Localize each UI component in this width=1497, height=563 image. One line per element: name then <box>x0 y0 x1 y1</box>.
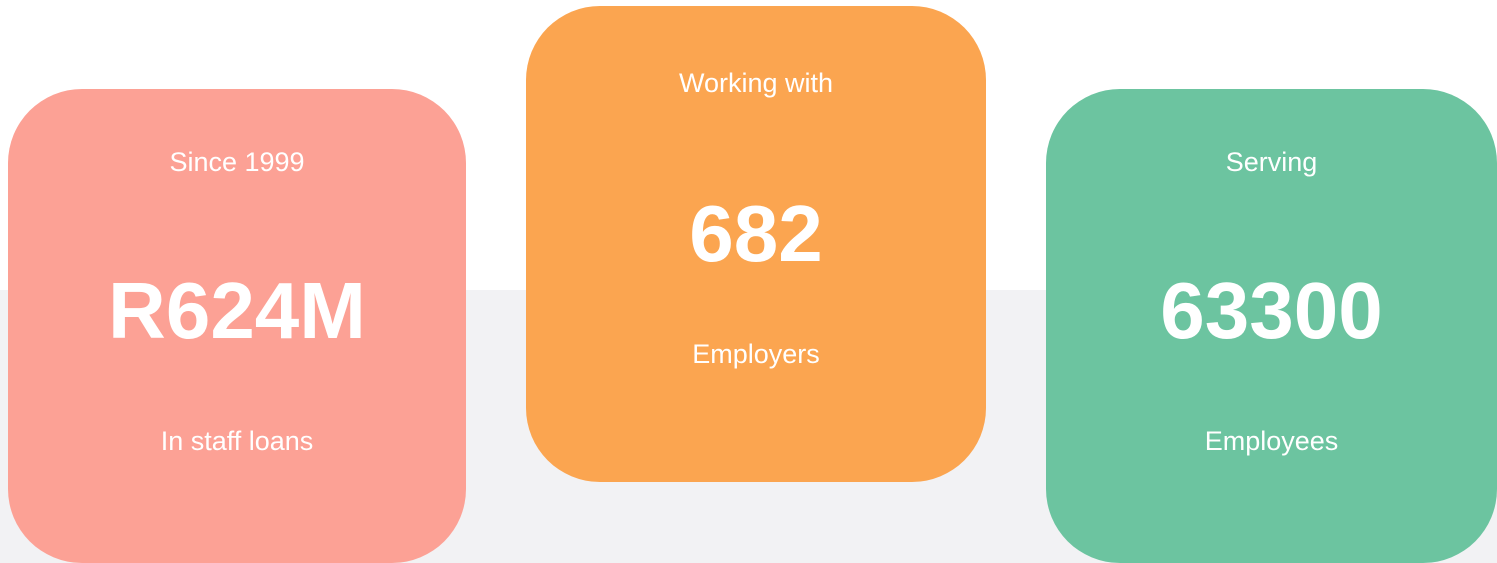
stat-card-value: R624M <box>108 266 366 355</box>
stat-card-label: Serving <box>1225 147 1318 177</box>
stat-card-caption: Employees <box>1204 426 1339 456</box>
stat-card-label: Since 1999 <box>169 147 305 177</box>
stat-card-value: 63300 <box>1160 266 1383 355</box>
stat-card-caption: In staff loans <box>160 426 314 456</box>
stat-card-employees: Serving 63300 Employees <box>1046 89 1497 563</box>
stat-card-employers: Working with 682 Employers <box>526 6 986 482</box>
stat-card-caption: Employers <box>692 339 820 369</box>
stat-card-value: 682 <box>689 189 823 278</box>
stat-card-loans: Since 1999 R624M In staff loans <box>8 89 466 563</box>
stat-card-label: Working with <box>678 68 834 98</box>
